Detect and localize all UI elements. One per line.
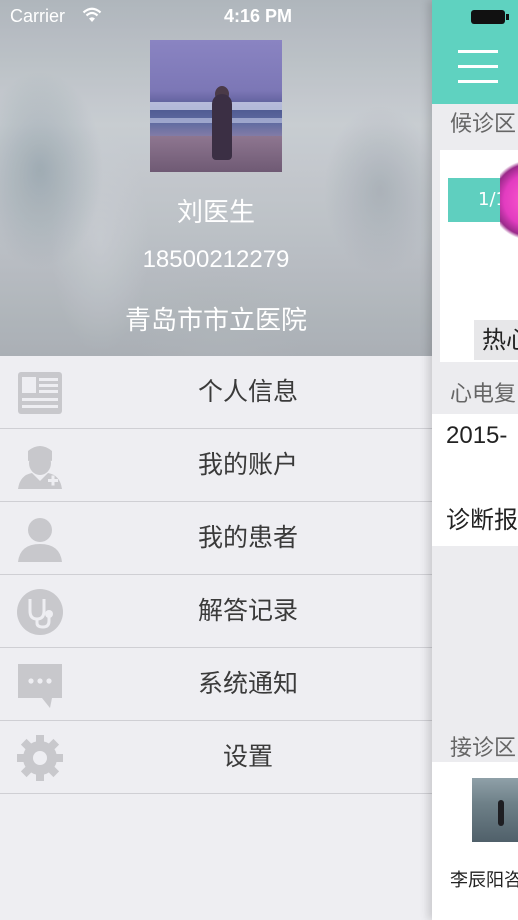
menu-label: 我的账户 xyxy=(197,450,298,479)
gear-icon xyxy=(17,735,63,781)
ecg-date: 2015- xyxy=(446,422,508,449)
menu-label: 解答记录 xyxy=(197,596,298,625)
ecg-card[interactable]: 2015- 诊断报 xyxy=(432,414,518,546)
status-bar: Carrier 4:16 PM xyxy=(0,0,432,34)
chat-bubble-icon xyxy=(18,664,62,708)
banner-image xyxy=(500,154,518,250)
menu-item-settings[interactable]: 设置 xyxy=(0,721,432,794)
menu-item-system-notice[interactable]: 系统通知 xyxy=(0,648,432,721)
menu-item-answer-records[interactable]: 解答记录 xyxy=(0,575,432,648)
ecg-diagnosis: 诊断报 xyxy=(446,506,518,534)
doctor-icon xyxy=(18,446,62,489)
ecg-heading: 心电复 xyxy=(450,382,517,407)
side-drawer: Carrier 4:16 PM 刘医生 18500212279 青岛市市立医院 xyxy=(0,0,432,920)
menu-item-my-patients[interactable]: 我的患者 xyxy=(0,502,432,575)
doctor-name: 刘医生 xyxy=(176,198,255,228)
nav-bar xyxy=(432,0,518,104)
doctor-phone: 18500212279 xyxy=(142,246,290,273)
id-card-icon xyxy=(18,372,62,414)
consult-name: 李辰阳咨 xyxy=(450,870,518,891)
waiting-area-heading: 候诊区 xyxy=(450,112,517,137)
stethoscope-icon xyxy=(17,589,63,635)
carrier-label: Carrier xyxy=(10,6,66,26)
consult-card[interactable]: 李辰阳咨 xyxy=(432,762,518,920)
consult-thumbnail xyxy=(472,778,518,842)
menu-item-my-account[interactable]: 我的账户 xyxy=(0,429,432,502)
patient-icon xyxy=(18,518,62,562)
menu-item-personal-info[interactable]: 个人信息 xyxy=(0,356,432,429)
hot-tag[interactable]: 热心 xyxy=(474,320,518,360)
profile-header: Carrier 4:16 PM 刘医生 18500212279 青岛市市立医院 xyxy=(0,0,432,356)
menu-label: 设置 xyxy=(222,742,273,771)
doctor-hospital: 青岛市市立医院 xyxy=(124,306,307,336)
clock: 4:16 PM xyxy=(224,6,293,26)
menu-label: 个人信息 xyxy=(197,377,298,406)
hamburger-icon[interactable] xyxy=(458,48,498,84)
drawer-menu: 个人信息 我的账户 我的患者 解答记录 系统通知 设置 xyxy=(0,356,432,794)
menu-label: 系统通知 xyxy=(197,669,298,698)
main-screen-preview[interactable]: 候诊区 1/1 热心 心电复 2015- 诊断报 接诊区 李辰阳咨 xyxy=(432,0,518,920)
battery-icon xyxy=(471,10,509,24)
banner-card[interactable]: 1/1 热心 xyxy=(440,150,518,362)
menu-label: 我的患者 xyxy=(197,523,298,552)
wifi-icon xyxy=(82,7,102,22)
avatar[interactable] xyxy=(150,40,282,172)
